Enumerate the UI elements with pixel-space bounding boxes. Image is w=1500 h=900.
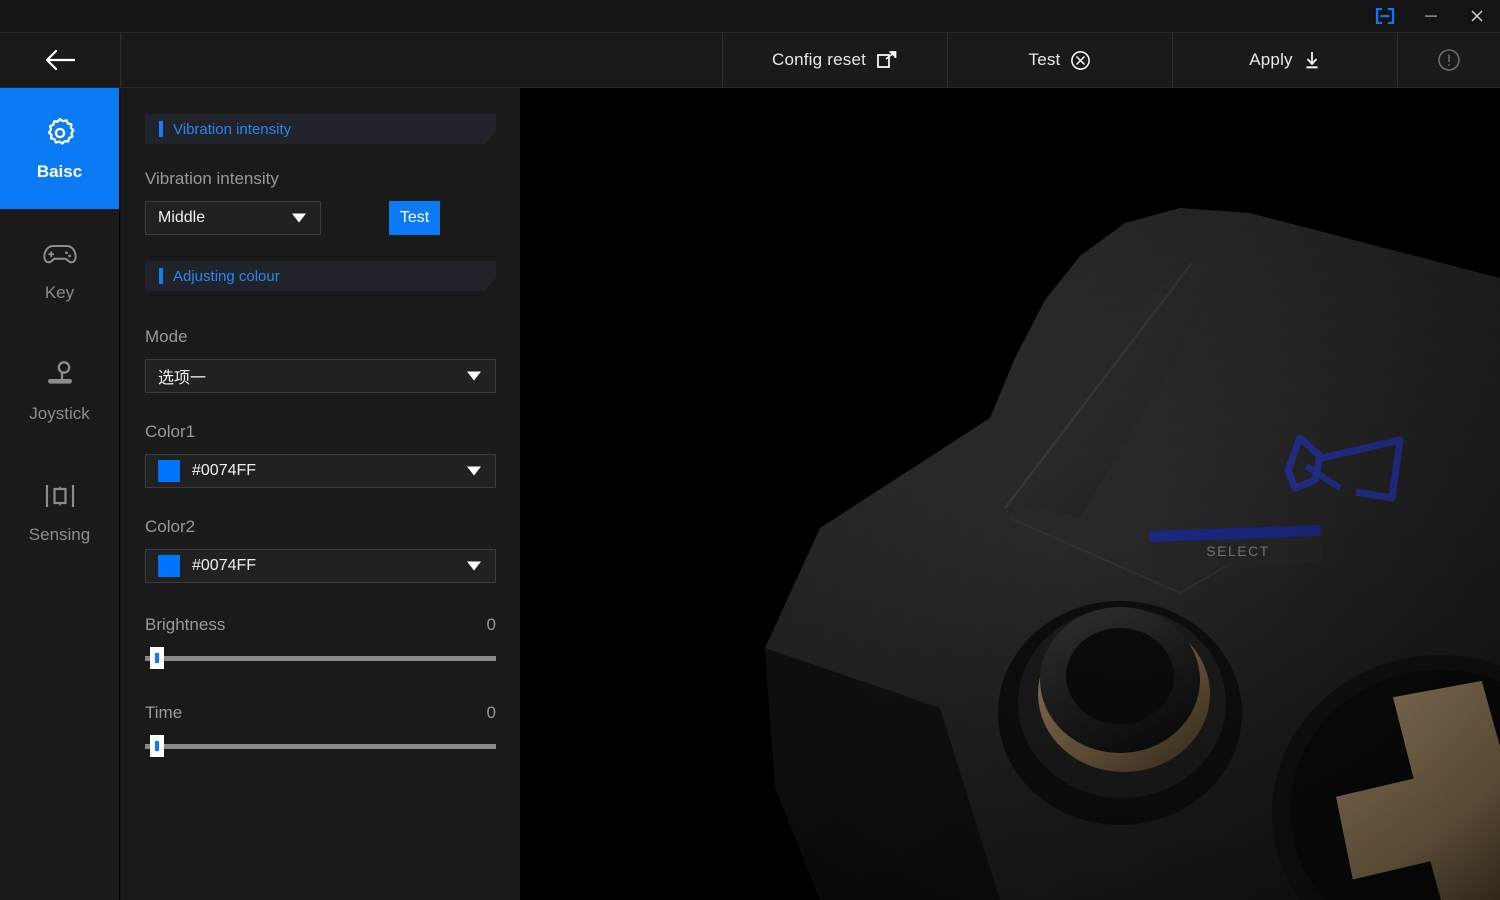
color1-label: Color1 [145,422,196,441]
vibration-test-label: Test [399,209,430,226]
app-window: Config reset Test Apply Baisc Key Joysti… [0,0,1500,900]
time-value: 0 [486,703,496,722]
time-slider[interactable] [145,735,496,757]
section-accent-bar [159,268,163,284]
color2-swatch [158,555,180,577]
section-header-colour: Adjusting colour [145,261,496,291]
section-header-vibration: Vibration intensity [145,114,496,144]
config-reset-button[interactable]: Config reset [723,33,948,87]
circle-x-icon [1071,50,1091,70]
close-icon [1471,10,1483,22]
color1-select[interactable]: #0074FF [145,454,496,488]
toolbar-spacer [121,33,723,87]
time-label: Time [145,703,183,722]
close-button[interactable] [1454,0,1500,32]
vibration-intensity-select[interactable]: Middle [145,201,321,235]
sidebar-item-label: Sensing [28,524,91,544]
vibration-test-button[interactable]: Test [389,201,440,235]
time-header: Time 0 [145,703,496,723]
sidebar-item-label: Joystick [29,403,90,423]
info-button[interactable] [1398,33,1500,87]
color1-swatch [158,460,180,482]
info-circle-icon [1438,49,1460,71]
color2-row: #0074FF [145,549,496,583]
back-button[interactable] [0,33,121,87]
chevron-down-icon [292,213,306,223]
brightness-slider-handle[interactable] [150,647,164,669]
minimize-button[interactable] [1408,0,1454,32]
toolbar: Config reset Test Apply [0,32,1500,88]
section-accent-bar [159,121,163,137]
apply-label: Apply [1249,50,1293,69]
color1-row: #0074FF [145,454,496,488]
sidebar-item-baisc[interactable]: Baisc [0,88,119,209]
test-button[interactable]: Test [948,33,1173,87]
color2-select[interactable]: #0074FF [145,549,496,583]
sidebar-item-sensing[interactable]: Sensing [0,451,119,572]
title-bar [0,0,1500,32]
brightness-label: Brightness [145,615,226,634]
download-icon [1306,51,1318,68]
mode-select[interactable]: 选项一 [145,359,496,393]
settings-panel: Vibration intensity Vibration intensity … [121,88,520,900]
time-slider-track[interactable] [145,744,496,749]
minimize-icon [1425,15,1437,17]
section-title: Vibration intensity [173,120,292,138]
sidebar-item-label: Baisc [36,161,83,181]
brightness-slider[interactable] [145,647,496,669]
color2-value: #0074FF [192,557,257,574]
brightness-slider-track[interactable] [145,656,496,661]
test-label: Test [1028,50,1061,69]
gear-icon [43,116,77,150]
gamepad-icon [42,237,78,271]
controller-preview: START SELECT Y B X A Z [520,88,1500,900]
sidebar-item-joystick[interactable]: Joystick [0,330,119,451]
mode-value: 选项一 [158,370,207,387]
section-title: Adjusting colour [173,267,280,285]
time-slider-handle[interactable] [150,735,164,757]
chevron-down-icon [467,561,481,571]
mode-row: 选项一 [145,359,496,393]
link-icon [1375,8,1395,24]
sensing-icon [43,479,77,513]
arrow-left-icon [45,49,75,71]
sidebar: Baisc Key Joystick Sensing [0,88,120,900]
apply-button[interactable]: Apply [1173,33,1398,87]
joystick-icon [43,358,77,392]
brightness-header: Brightness 0 [145,615,496,635]
export-icon [877,51,897,68]
connection-status-icon[interactable] [1362,0,1408,32]
color1-value: #0074FF [192,462,257,479]
chevron-down-icon [467,371,481,381]
sidebar-item-label: Key [44,282,75,302]
config-reset-label: Config reset [771,50,867,69]
vibration-intensity-value: Middle [158,209,206,226]
vibration-intensity-label: Vibration intensity [145,169,279,188]
color2-label: Color2 [145,517,196,536]
sidebar-item-key[interactable]: Key [0,209,119,330]
vibration-row: Middle Test [145,201,496,235]
mode-label: Mode [145,327,188,346]
controller-illustration: START SELECT Y B X A Z [520,88,1500,900]
brightness-value: 0 [486,615,496,634]
chevron-down-icon [467,466,481,476]
